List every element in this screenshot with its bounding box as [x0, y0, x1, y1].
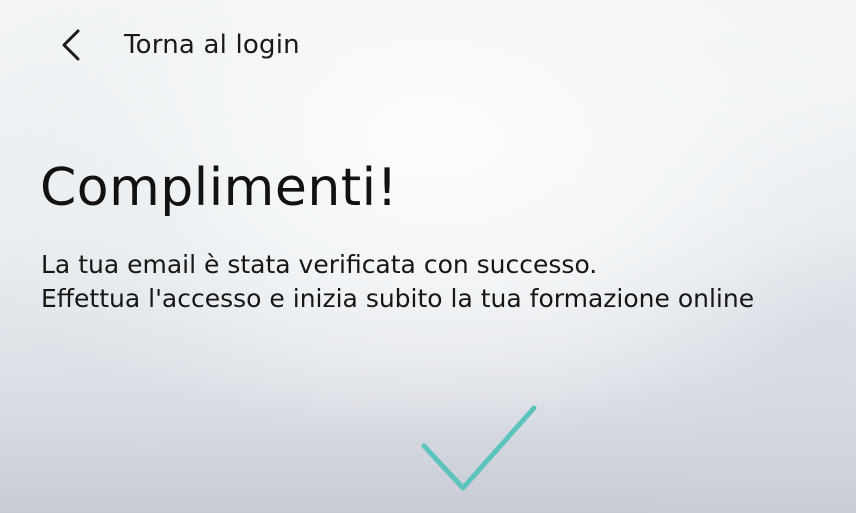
- back-to-login-label[interactable]: Torna al login: [124, 30, 300, 60]
- page-title: Complimenti!: [40, 158, 398, 218]
- message-line-1: La tua email è stata verificata con succ…: [41, 250, 598, 279]
- top-bar: Torna al login: [0, 0, 856, 90]
- verification-message: La tua email è stata verificata con succ…: [41, 248, 841, 316]
- checkmark-icon: [418, 400, 543, 500]
- message-line-2: Effettua l'accesso e inizia subito la tu…: [41, 284, 755, 313]
- back-to-login-link[interactable]: Torna al login: [56, 20, 300, 70]
- chevron-left-icon[interactable]: [56, 25, 86, 65]
